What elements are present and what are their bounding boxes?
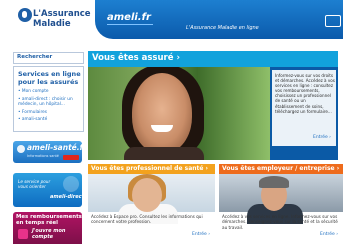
services-en-ligne-box: Services en ligne pour les assurés Mon c… [13, 66, 84, 132]
professionnel-sante-text: Accédez à Espace pro. Consultez les info… [91, 214, 203, 225]
employeur-text: Accédez à vos services en ligne. Informe… [222, 214, 338, 230]
ameli-sante-go-button[interactable] [63, 155, 79, 160]
assure-info-text: Informez-vous sur vos droits et démarche… [275, 73, 335, 114]
emp-photo-hair [259, 176, 289, 188]
professionnel-sante-entree-link[interactable]: Entrée [192, 232, 210, 237]
services-link-formulaires[interactable]: Formulaires [18, 110, 82, 116]
ameli-sante-subtitle: Informations santé [27, 154, 59, 158]
remboursements-subtitle: J'ouvre mon compte [32, 228, 65, 240]
employeur-header[interactable]: Vous êtes employeur / entreprise [219, 164, 343, 174]
assure-hero: Informez-vous sur vos droits et démarche… [88, 67, 338, 160]
ameli-direct-text: Le service pour vous orienter [18, 179, 51, 189]
ameli-direct-label: ameli-direct [50, 194, 82, 200]
compte-lock-icon [18, 229, 28, 239]
services-link-mon-compte[interactable]: Mon compte [18, 89, 82, 95]
employeur-heading: Vous êtes employeur / entreprise [222, 165, 339, 172]
employeur-photo [219, 174, 343, 224]
header-tagline: L'Assurance Maladie en ligne [186, 25, 259, 31]
hero-photo-shirt [124, 147, 204, 160]
services-list: Mon compte amali-direct : choisir un méd… [18, 89, 82, 125]
hero-photo-face [132, 73, 192, 153]
assure-section-header[interactable]: Vous êtes assuré [88, 51, 338, 67]
logo-line-1: L'Assurance [33, 9, 91, 19]
services-link-amali-direct[interactable]: amali-direct : choisir un médecin, un hô… [18, 97, 82, 108]
pro-photo-face [132, 178, 162, 212]
ameli-sante-logo-icon [17, 145, 25, 153]
site-name-link[interactable]: ameli.fr [107, 12, 153, 25]
assure-entree-link[interactable]: Entrée [313, 135, 331, 140]
site-header: L'Assurance Maladie ameli.fr L'Assurance… [0, 0, 343, 43]
assure-heading: Vous êtes assuré [92, 53, 180, 63]
professionnel-sante-card: Vous êtes professionnel de santé Accédez… [88, 164, 215, 244]
header-utility-button[interactable] [325, 15, 341, 27]
remboursements-title: Mes remboursements en temps réel [16, 214, 82, 226]
ameli-sante-promo[interactable]: ameli-santé.fr Informations santé [13, 141, 82, 163]
search-box[interactable]: Rechercher [13, 52, 84, 64]
assure-hero-photo [88, 67, 270, 160]
assurance-maladie-logo[interactable]: L'Assurance Maladie [18, 8, 91, 38]
employeur-card: Vous êtes employeur / entreprise Accédez… [219, 164, 343, 244]
ameli-direct-promo[interactable]: Le service pour vous orienter ameli-dire… [13, 173, 82, 207]
professionnel-sante-header[interactable]: Vous êtes professionnel de santé [88, 164, 215, 174]
ameli-direct-decor-icon [63, 176, 79, 192]
search-label: Rechercher [17, 54, 53, 60]
employeur-entree-link[interactable]: Entrée [320, 232, 338, 237]
hero-photo-smile [151, 125, 173, 132]
services-link-amali-sante[interactable]: amali-santé [18, 117, 82, 123]
remboursements-promo[interactable]: Mes remboursements en temps réel J'ouvre… [13, 212, 82, 244]
logo-line-2: Maladie [33, 19, 71, 29]
remboursements-subtitle-line2: compte [32, 233, 53, 240]
professionnel-sante-heading: Vous êtes professionnel de santé [91, 165, 208, 172]
services-title: Services en ligne pour les assurés [18, 70, 81, 86]
ameli-sante-title: ameli-santé.fr [27, 143, 82, 152]
professionnel-sante-photo [88, 174, 215, 224]
ameli-homepage: L'Assurance Maladie ameli.fr L'Assurance… [0, 0, 343, 244]
assurance-maladie-logo-icon [18, 8, 32, 22]
